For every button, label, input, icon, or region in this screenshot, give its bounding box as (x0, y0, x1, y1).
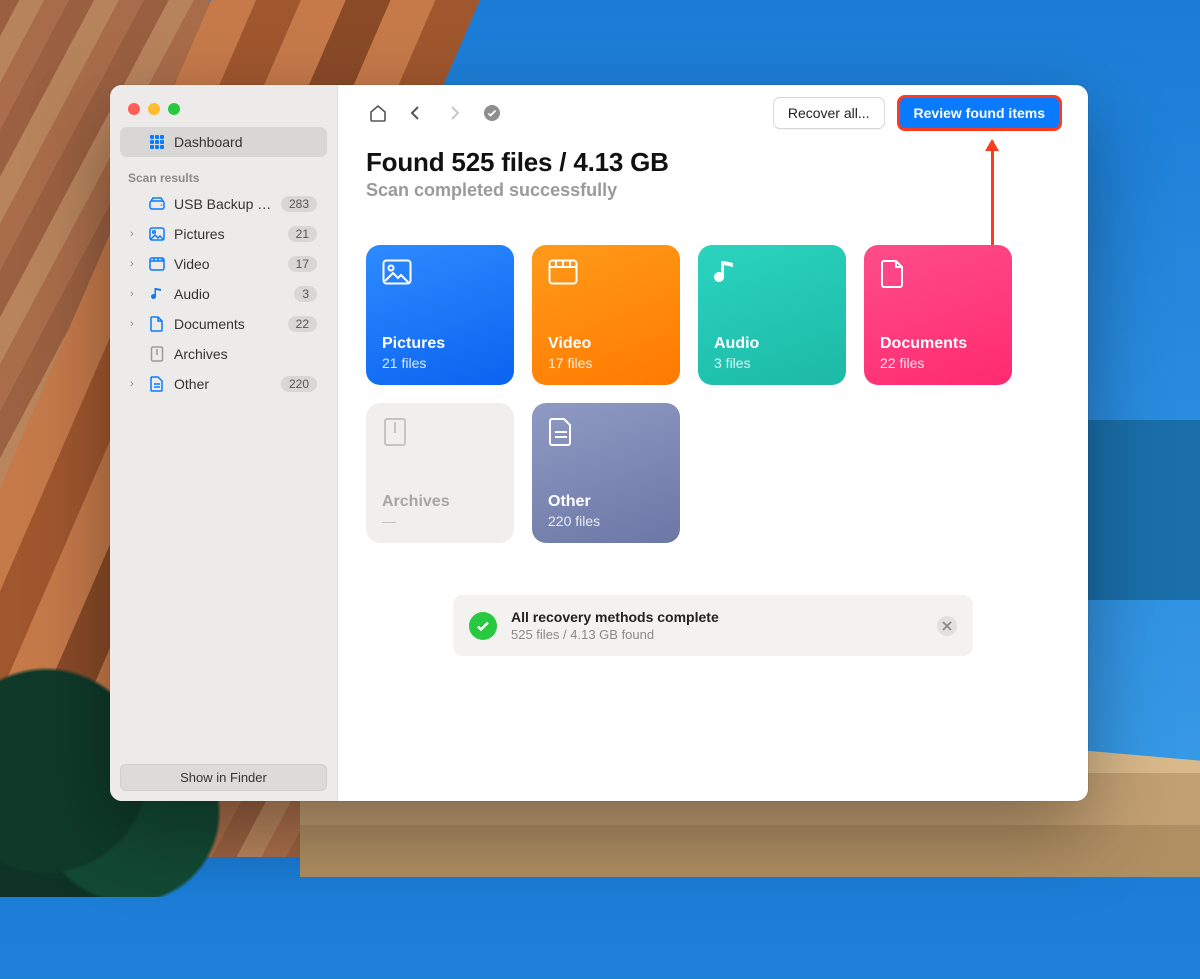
card-other[interactable]: Other 220 files (532, 403, 680, 543)
grid-icon (148, 134, 166, 150)
minimize-window-button[interactable] (148, 103, 160, 115)
card-title: Pictures (382, 335, 498, 353)
film-icon (548, 259, 578, 289)
sidebar-item-pictures[interactable]: › Pictures 21 (120, 219, 327, 249)
card-title: Audio (714, 335, 830, 353)
scan-summary-title: Found 525 files / 4.13 GB (366, 147, 1060, 178)
sidebar-item-label: Dashboard (174, 134, 317, 150)
music-note-icon (148, 286, 166, 302)
image-icon (148, 227, 166, 241)
card-subtitle: 22 files (880, 355, 996, 371)
image-icon (382, 259, 412, 289)
sidebar-item-count: 21 (288, 226, 317, 242)
chevron-right-icon: › (130, 228, 140, 240)
nav-back-button[interactable] (404, 101, 428, 125)
status-subtitle: 525 files / 4.13 GB found (511, 627, 923, 642)
chevron-right-icon: › (130, 288, 140, 300)
success-check-icon (469, 612, 497, 640)
sidebar-item-other[interactable]: › Other 220 (120, 369, 327, 399)
sidebar-item-label: Pictures (174, 226, 280, 242)
sidebar-item-label: Archives (174, 346, 317, 362)
sidebar-item-count: 22 (288, 316, 317, 332)
card-archives[interactable]: Archives — (366, 403, 514, 543)
sidebar-item-archives[interactable]: Archives (120, 339, 327, 369)
archive-icon (148, 346, 166, 362)
fullscreen-window-button[interactable] (168, 103, 180, 115)
chevron-right-icon: › (130, 318, 140, 330)
sidebar-item-label: USB Backup Ima… (174, 196, 273, 212)
show-in-finder-button[interactable]: Show in Finder (120, 764, 327, 791)
card-subtitle: 220 files (548, 513, 664, 529)
music-note-icon (714, 259, 744, 289)
sidebar-item-documents[interactable]: › Documents 22 (120, 309, 327, 339)
nav-forward-button[interactable] (442, 101, 466, 125)
card-audio[interactable]: Audio 3 files (698, 245, 846, 385)
home-icon[interactable] (366, 101, 390, 125)
chevron-right-icon: › (130, 378, 140, 390)
card-documents[interactable]: Documents 22 files (864, 245, 1012, 385)
card-title: Documents (880, 335, 996, 353)
card-title: Archives (382, 493, 498, 511)
checkmark-circle-icon[interactable] (480, 101, 504, 125)
sidebar-item-dashboard[interactable]: Dashboard (120, 127, 327, 157)
sidebar-section-title: Scan results (110, 157, 337, 189)
toolbar: Recover all... Review found items (366, 85, 1060, 141)
document-icon (148, 316, 166, 332)
category-cards: Pictures 21 files Video 17 files Audio 3… (366, 245, 1060, 543)
file-icon (148, 376, 166, 392)
scan-summary-subtitle: Scan completed successfully (366, 180, 1060, 201)
card-subtitle: 3 files (714, 355, 830, 371)
card-title: Other (548, 493, 664, 511)
scan-summary: Found 525 files / 4.13 GB Scan completed… (366, 147, 1060, 201)
card-subtitle: 21 files (382, 355, 498, 371)
file-icon (548, 417, 578, 447)
sidebar-item-audio[interactable]: › Audio 3 (120, 279, 327, 309)
sidebar-item-count: 3 (294, 286, 317, 302)
document-icon (880, 259, 910, 289)
status-title: All recovery methods complete (511, 609, 923, 625)
sidebar-item-label: Documents (174, 316, 280, 332)
sidebar-item-label: Audio (174, 286, 286, 302)
sidebar: Dashboard Scan results USB Backup Ima… 2… (110, 85, 338, 801)
card-video[interactable]: Video 17 files (532, 245, 680, 385)
archive-icon (382, 417, 412, 447)
sidebar-item-usb-backup[interactable]: USB Backup Ima… 283 (120, 189, 327, 219)
sidebar-item-video[interactable]: › Video 17 (120, 249, 327, 279)
disk-icon (148, 197, 166, 211)
dismiss-status-button[interactable] (937, 616, 957, 636)
review-found-items-button[interactable]: Review found items (899, 97, 1060, 129)
sidebar-item-count: 17 (288, 256, 317, 272)
app-window: Dashboard Scan results USB Backup Ima… 2… (110, 85, 1088, 801)
close-window-button[interactable] (128, 103, 140, 115)
main-panel: Recover all... Review found items Found … (338, 85, 1088, 801)
status-banner: All recovery methods complete 525 files … (453, 595, 973, 656)
recover-all-button[interactable]: Recover all... (773, 97, 885, 129)
card-subtitle: 17 files (548, 355, 664, 371)
film-icon (148, 257, 166, 271)
chevron-right-icon: › (130, 258, 140, 270)
card-title: Video (548, 335, 664, 353)
sidebar-item-count: 283 (281, 196, 317, 212)
card-subtitle: — (382, 513, 498, 529)
card-pictures[interactable]: Pictures 21 files (366, 245, 514, 385)
sidebar-item-label: Video (174, 256, 280, 272)
sidebar-item-label: Other (174, 376, 273, 392)
sidebar-item-count: 220 (281, 376, 317, 392)
window-controls (110, 85, 337, 127)
